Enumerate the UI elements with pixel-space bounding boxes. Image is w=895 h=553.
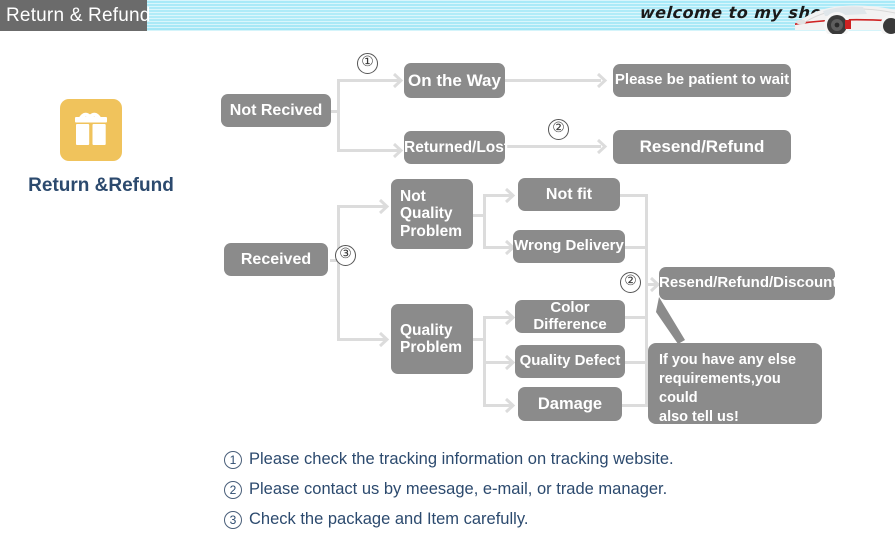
marker-3-check-package: ③	[335, 245, 356, 266]
node-returned-lost[interactable]: Returned/Lost	[404, 131, 510, 164]
arrow-to-notquality	[379, 199, 390, 214]
page-title: Return & Refund	[0, 0, 150, 31]
connector-notquality-split	[483, 194, 486, 248]
callout-line-1: If you have any else	[659, 352, 797, 368]
connector-notreceived-split	[337, 80, 340, 152]
arrow-to-damage	[505, 398, 516, 413]
connector-to-returnedlost	[337, 149, 399, 152]
node-quality-problem[interactable]: Quality Problem	[391, 304, 473, 374]
arrow-to-resend	[597, 139, 608, 154]
note-3-number: 3	[224, 510, 242, 529]
node-color-difference[interactable]: Color Difference	[515, 298, 625, 333]
return-refund-infographic: Return & Refund welcome to my shop Retur…	[0, 0, 895, 553]
note-1: 1 Please check the tracking information …	[224, 450, 674, 469]
node-resend-refund-discount-label: Resend/Refund/Discount	[659, 274, 838, 292]
note-2: 2 Please contact us by meesage, e-mail, …	[224, 480, 667, 499]
connector-ontheway-to-wait	[505, 79, 601, 82]
note-1-text: Please check the tracking information on…	[249, 450, 674, 468]
marker-2-contact-top: ②	[548, 119, 569, 140]
node-on-the-way-label: On the Way	[408, 70, 501, 90]
arrow-to-notfit	[505, 188, 516, 203]
node-please-be-patient[interactable]: Please be patient to wait	[613, 64, 791, 97]
arrow-to-quality	[379, 332, 390, 347]
arrow-to-wait	[597, 73, 608, 88]
node-please-be-patient-label: Please be patient to wait	[614, 71, 790, 89]
node-quality-problem-label: Quality Problem	[400, 321, 463, 356]
marker-1-tracking: ①	[357, 53, 378, 74]
note-2-number: 2	[224, 480, 242, 499]
node-wrong-delivery[interactable]: Wrong Delivery	[513, 230, 625, 263]
connector-notfit-merge	[620, 194, 648, 197]
note-3-text: Check the package and Item carefully.	[249, 510, 529, 528]
node-not-received-label: Not Recived	[229, 101, 323, 119]
marker-2-contact-bottom: ②	[620, 272, 641, 293]
node-not-quality-problem-label: Not Quality Problem	[400, 187, 463, 240]
node-received[interactable]: Received	[224, 243, 328, 276]
note-3: 3 Check the package and Item carefully.	[224, 510, 528, 529]
node-not-received[interactable]: Not Recived	[221, 94, 331, 127]
node-quality-defect-label: Quality Defect	[519, 352, 621, 370]
connector-to-notquality	[337, 205, 385, 208]
connector-returnedlost-to-resend	[505, 145, 601, 148]
node-wrong-delivery-label: Wrong Delivery	[514, 237, 624, 255]
connector-to-quality	[337, 338, 385, 341]
gift-box-icon	[60, 99, 122, 161]
node-damage[interactable]: Damage	[518, 387, 622, 421]
node-resend-refund[interactable]: Resend/Refund	[613, 130, 791, 164]
node-color-difference-label: Color Difference	[533, 298, 607, 333]
node-resend-refund-label: Resend/Refund	[639, 137, 765, 157]
node-quality-defect[interactable]: Quality Defect	[515, 345, 625, 378]
connector-received-split	[337, 205, 340, 341]
node-on-the-way[interactable]: On the Way	[404, 63, 505, 98]
node-not-fit[interactable]: Not fit	[518, 178, 620, 211]
note-2-text: Please contact us by meesage, e-mail, or…	[249, 480, 668, 498]
node-damage-label: Damage	[537, 394, 603, 413]
extra-requirements-callout: If you have any else requirements,you co…	[648, 343, 822, 425]
arrow-to-returnedlost	[393, 143, 404, 158]
node-returned-lost-label: Returned/Lost	[404, 138, 510, 156]
callout-line-2: requirements,you could	[659, 370, 781, 406]
connector-to-ontheway	[337, 79, 399, 82]
brand-label: Return &Refund	[28, 175, 174, 196]
connector-damage-merge	[620, 404, 648, 407]
node-not-quality-problem[interactable]: Not Quality Problem	[391, 179, 473, 249]
arrow-to-ontheway	[393, 73, 404, 88]
node-not-fit-label: Not fit	[545, 185, 593, 203]
node-received-label: Received	[240, 250, 312, 268]
note-1-number: 1	[224, 450, 242, 469]
sports-car-image	[795, 0, 895, 34]
callout-line-3: also tell us!	[659, 408, 739, 425]
